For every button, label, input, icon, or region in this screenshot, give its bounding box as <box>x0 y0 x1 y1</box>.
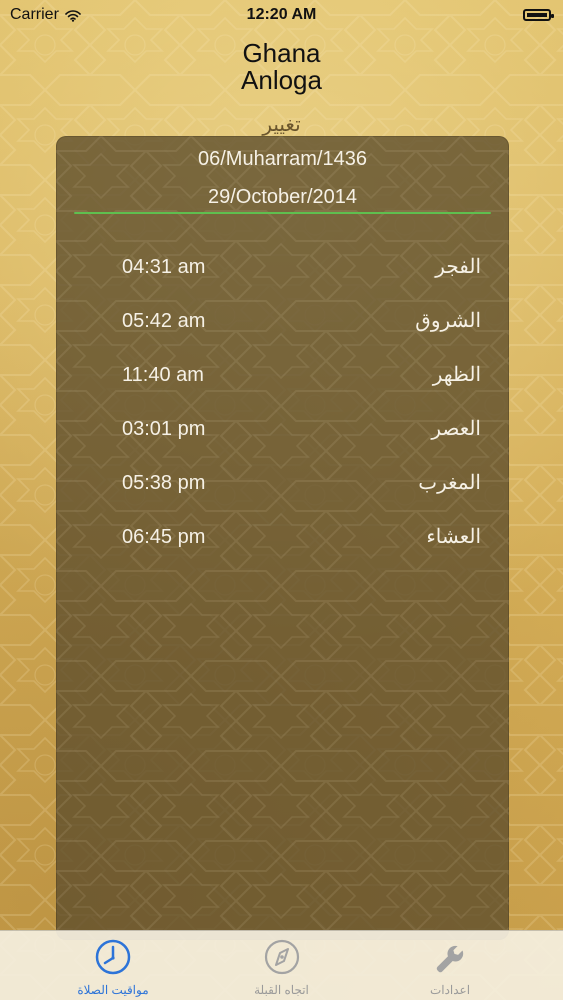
gregorian-date: 29/October/2014 <box>208 186 357 208</box>
tab-qibla-label: اتجاه القبلة <box>254 983 309 997</box>
prayer-row-asr: 03:01 pm العصر <box>56 404 509 458</box>
clock-icon <box>95 939 131 975</box>
country-name: Ghana <box>242 38 321 68</box>
prayer-name: المغرب <box>418 472 481 494</box>
tab-settings-label: اعدادات <box>429 983 471 997</box>
tab-settings[interactable]: اعدادات <box>375 931 525 997</box>
location-header: Ghana Anloga <box>0 38 563 96</box>
prayer-row-maghrib: 05:38 pm المغرب <box>56 458 509 512</box>
prayer-row-isha: 06:45 pm العشاء <box>56 512 509 566</box>
date-divider <box>74 212 491 214</box>
battery-icon <box>523 9 554 21</box>
prayer-name: الشروق <box>415 310 481 332</box>
prayer-time: 04:31 am <box>122 256 206 278</box>
prayer-times-list: 04:31 am الفجر 05:42 am الشروق 11:40 am … <box>56 242 509 566</box>
prayer-time: 05:42 am <box>122 310 206 332</box>
prayer-row-sunrise: 05:42 am الشروق <box>56 296 509 350</box>
wrench-icon <box>436 945 464 973</box>
tab-bar: مواقيت الصلاة اتجاه القبلة اعدادات <box>0 930 563 1000</box>
city-name: Anloga <box>241 65 322 96</box>
hijri-date: 06/Muharram/1436 <box>198 148 367 170</box>
prayer-row-dhuhr: 11:40 am الظهر <box>56 350 509 404</box>
prayer-name: الظهر <box>432 364 481 386</box>
status-time: 12:20 AM <box>246 6 317 23</box>
tab-prayer-times[interactable]: مواقيت الصلاة <box>38 931 188 997</box>
prayer-name: العصر <box>431 418 481 440</box>
change-location-button[interactable]: تغيير <box>0 112 563 137</box>
prayer-times-panel: 06/Muharram/1436 29/October/2014 04:31 a… <box>56 136 509 940</box>
prayer-name: العشاء <box>426 526 481 548</box>
prayer-time: 11:40 am <box>122 364 204 386</box>
prayer-time: 06:45 pm <box>122 526 206 548</box>
prayer-name: الفجر <box>435 256 481 278</box>
tab-qibla[interactable]: اتجاه القبلة <box>207 931 357 997</box>
prayer-row-fajr: 04:31 am الفجر <box>56 242 509 296</box>
status-bar: Carrier 12:20 AM <box>0 0 563 32</box>
compass-icon <box>264 939 299 975</box>
prayer-time: 05:38 pm <box>122 472 206 494</box>
prayer-time: 03:01 pm <box>122 418 206 440</box>
battery-level <box>527 13 547 17</box>
tab-prayer-times-label: مواقيت الصلاة <box>77 983 149 997</box>
